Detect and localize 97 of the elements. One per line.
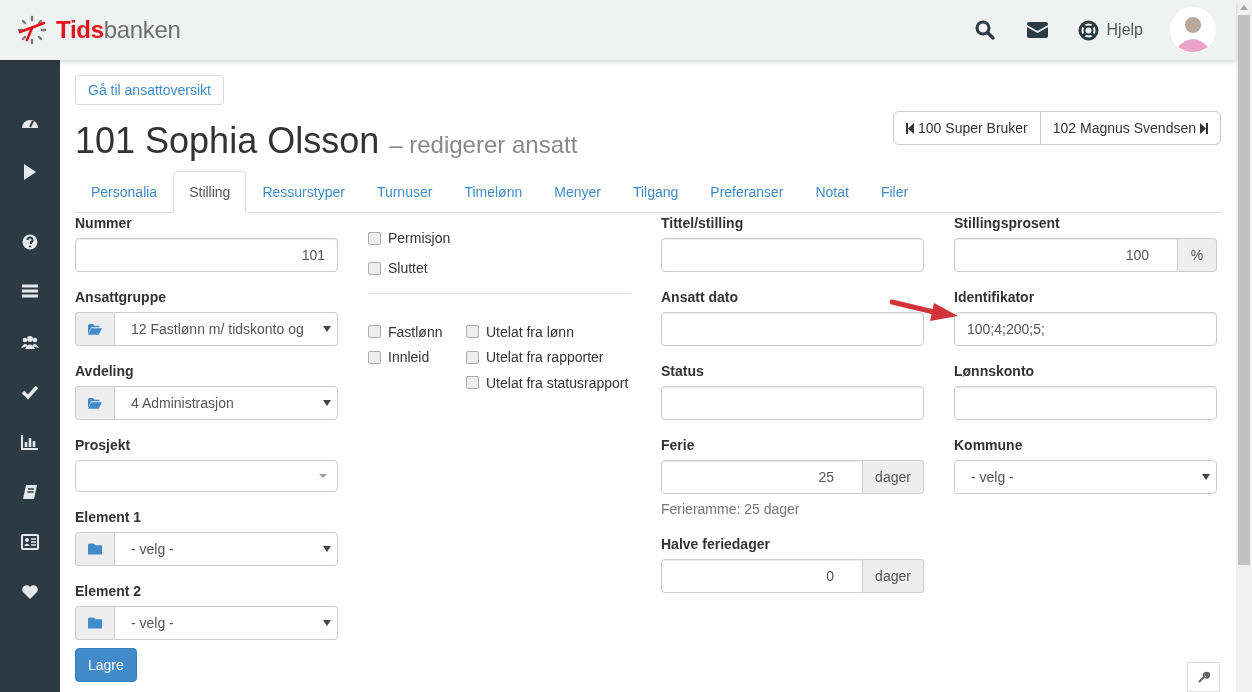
help-text: Ferieramme: 25 dager [661, 500, 801, 519]
checkmark-icon[interactable] [21, 383, 39, 401]
dropdown[interactable]: 4 Administrasjon [114, 386, 338, 420]
skip-forward-icon [1200, 122, 1208, 134]
folder-icon [88, 396, 102, 410]
page-subtitle: – redigerer ansatt [389, 131, 578, 158]
dropdown[interactable]: - velg - [954, 460, 1217, 494]
folder-button[interactable] [75, 532, 114, 566]
caret-icon [323, 546, 331, 552]
back-button[interactable]: Gå til ansattoversikt [75, 75, 224, 105]
folder-button[interactable] [75, 312, 114, 346]
field-label: Lønnskonto [954, 362, 1036, 381]
caret-icon [323, 326, 331, 332]
text-field[interactable] [954, 386, 1217, 420]
checkbox[interactable] [466, 376, 479, 390]
text-field[interactable]: 100;4;200;5; [954, 312, 1217, 346]
field-label: Ansatt dato [661, 288, 739, 307]
field-label: Stillingsprosent [954, 214, 1061, 233]
caret-icon [319, 474, 327, 478]
text-field[interactable] [661, 238, 924, 272]
caret-icon [1202, 474, 1210, 480]
checkbox[interactable] [466, 325, 479, 339]
field-label: Identifikator [954, 288, 1036, 307]
logo-text: Tidsbanken [56, 20, 181, 40]
tab[interactable]: Notat [799, 171, 865, 213]
text-field[interactable] [661, 386, 924, 420]
folder-icon [88, 616, 102, 630]
folder-icon [88, 542, 102, 556]
help-link[interactable]: Hjelp [1077, 19, 1143, 41]
tab[interactable]: Preferanser [694, 171, 800, 213]
field-label: Element 2 [75, 582, 143, 601]
users-icon[interactable] [21, 333, 39, 351]
text-field[interactable]: 25 [661, 460, 863, 494]
tab[interactable]: Stilling [173, 171, 247, 213]
field-label: Avdeling [75, 362, 135, 381]
folder-button[interactable] [75, 606, 114, 640]
question-icon[interactable] [21, 233, 39, 251]
skip-back-icon [906, 122, 915, 134]
avatar-icon[interactable] [1170, 7, 1216, 53]
tab[interactable]: Tilgang [616, 171, 695, 213]
dropdown[interactable]: - velg - [114, 532, 338, 566]
save-button[interactable]: Lagre [75, 648, 137, 682]
list-icon[interactable] [21, 282, 39, 300]
field-label: Status [661, 362, 705, 381]
text-field[interactable]: 0 [661, 559, 863, 593]
field-label: Ansattgruppe [75, 288, 167, 307]
checkbox[interactable] [368, 231, 381, 245]
checkbox-label[interactable]: Fastlønn [388, 321, 443, 342]
scrollbar[interactable] [1236, 0, 1252, 692]
book-icon[interactable] [21, 483, 39, 501]
caret-icon [323, 620, 331, 626]
search-icon[interactable] [974, 20, 995, 40]
field-label: Ferie [661, 436, 696, 455]
tab[interactable]: Ressurstyper [246, 171, 361, 213]
checkbox-label[interactable]: Innleid [388, 347, 430, 368]
folder-icon [88, 322, 102, 336]
next-employee-button[interactable]: 102 Magnus Svendsen [1040, 111, 1221, 145]
wrench-button[interactable] [1187, 662, 1220, 692]
checkbox[interactable] [466, 350, 479, 364]
text-field[interactable]: 101 [75, 238, 338, 272]
clock-logo-icon [16, 14, 48, 46]
envelope-icon[interactable] [1026, 22, 1048, 38]
unit-label: % [1178, 238, 1217, 272]
dropdown[interactable]: 12 Fastlønn m/ tidskonto og [114, 312, 338, 346]
unit-label: dager [863, 460, 924, 494]
heart-icon[interactable] [21, 583, 39, 601]
previous-employee-button[interactable]: 100 Super Bruker [893, 111, 1041, 145]
checkbox[interactable] [368, 350, 381, 364]
unit-label: dager [863, 559, 924, 593]
lifebuoy-icon [1077, 19, 1099, 41]
checkbox-label[interactable]: Permisjon [388, 228, 451, 248]
field-label: Tittel/stilling [661, 214, 745, 233]
caret-icon [323, 400, 331, 406]
field-label: Halve feriedager [661, 535, 771, 554]
checkbox-label[interactable]: Sluttet [388, 258, 428, 278]
tab[interactable]: Personalia [75, 171, 174, 213]
tab[interactable]: Turnuser [360, 171, 449, 213]
text-field[interactable]: 100 [954, 238, 1178, 272]
id-card-icon[interactable] [21, 533, 39, 551]
page-title: 101 Sophia Olsson [75, 120, 380, 161]
tab[interactable]: Timelønn [448, 171, 539, 213]
checkbox-label[interactable]: Utelat fra rapporter [486, 347, 604, 368]
field-label: Prosjekt [75, 436, 132, 455]
dropdown[interactable]: - velg - [114, 606, 338, 640]
field-label: Nummer [75, 214, 133, 233]
checkbox[interactable] [368, 261, 381, 275]
dropdown[interactable] [75, 460, 338, 492]
checkbox-label[interactable]: Utelat fra lønn [486, 321, 574, 342]
bar-chart-icon[interactable] [21, 433, 39, 451]
checkbox[interactable] [368, 325, 381, 339]
field-label: Element 1 [75, 508, 143, 527]
text-field[interactable] [661, 312, 924, 346]
checkbox-label[interactable]: Utelat fra statusrapport [486, 372, 629, 393]
folder-button[interactable] [75, 386, 114, 420]
field-label: Kommune [954, 436, 1024, 455]
tab[interactable]: Menyer [538, 171, 617, 213]
tab[interactable]: Filer [864, 171, 925, 213]
